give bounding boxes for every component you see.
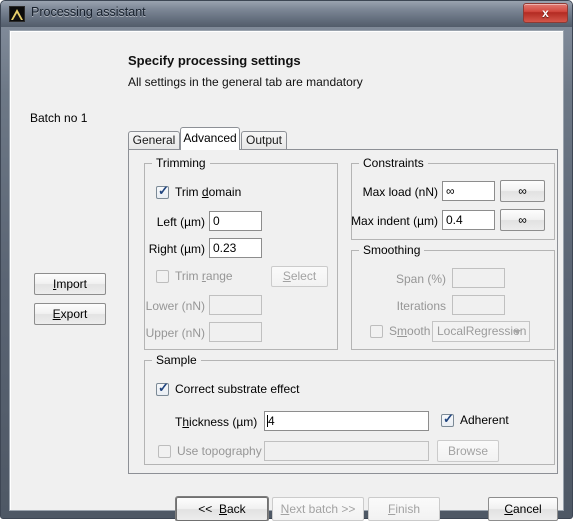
iterations-label: Iterations bbox=[396, 299, 446, 313]
trim-range-checkbox[interactable] bbox=[156, 270, 169, 283]
smooth-label: Smooth bbox=[389, 324, 431, 338]
import-button[interactable]: Import bbox=[34, 273, 106, 295]
check-icon: ✓ bbox=[443, 411, 454, 426]
lower-input[interactable] bbox=[209, 295, 262, 315]
trim-domain-label: Trim domain bbox=[175, 185, 242, 199]
check-icon: ✓ bbox=[158, 183, 169, 198]
right-input[interactable]: 0.23 bbox=[209, 238, 262, 258]
iterations-input[interactable] bbox=[452, 295, 505, 315]
export-button[interactable]: Export bbox=[34, 303, 106, 325]
next-batch-button[interactable]: Next batch >> bbox=[272, 497, 364, 521]
thickness-label: Thickness (µm) bbox=[175, 415, 258, 429]
check-icon: ✓ bbox=[158, 380, 169, 395]
max-indent-input[interactable]: 0.4 bbox=[442, 210, 495, 230]
select-button[interactable]: Select bbox=[271, 266, 328, 287]
tab-output[interactable]: Output bbox=[241, 131, 287, 149]
topography-path-input[interactable] bbox=[264, 441, 429, 461]
trim-domain-checkbox[interactable]: ✓ bbox=[156, 183, 169, 199]
left-input[interactable]: 0 bbox=[209, 211, 262, 231]
adherent-label: Adherent bbox=[460, 413, 509, 427]
thickness-value: 4 bbox=[268, 414, 275, 428]
triangle-icon bbox=[9, 6, 25, 22]
page-subtitle: All settings in the general tab are mand… bbox=[128, 75, 363, 89]
smooth-checkbox[interactable] bbox=[370, 325, 383, 338]
right-label: Right (µm) bbox=[148, 242, 205, 256]
use-topography-label: Use topography bbox=[177, 444, 262, 458]
application-window: Processing assistant x Specify processin… bbox=[0, 0, 573, 521]
smoothing-method-select[interactable]: LocalRegression bbox=[432, 321, 530, 342]
upper-input[interactable] bbox=[209, 322, 262, 342]
smoothing-legend: Smoothing bbox=[359, 243, 425, 257]
correct-substrate-label: Correct substrate effect bbox=[175, 382, 300, 396]
max-indent-label: Max indent (µm) bbox=[351, 214, 438, 228]
max-indent-infinity-button[interactable]: ∞ bbox=[500, 209, 545, 231]
span-input[interactable] bbox=[452, 268, 505, 288]
thickness-input[interactable]: 4 bbox=[264, 411, 429, 431]
client-area: Specify processing settings All settings… bbox=[9, 30, 564, 521]
title-bar: Processing assistant x bbox=[1, 1, 572, 27]
tab-general[interactable]: General bbox=[128, 131, 180, 149]
correct-substrate-checkbox[interactable]: ✓ bbox=[156, 380, 169, 396]
max-load-infinity-button[interactable]: ∞ bbox=[500, 180, 545, 202]
close-button[interactable]: x bbox=[523, 3, 568, 23]
sample-legend: Sample bbox=[152, 353, 201, 367]
use-topography-checkbox[interactable] bbox=[158, 445, 171, 458]
finish-button[interactable]: Finish bbox=[368, 497, 440, 521]
adherent-checkbox[interactable]: ✓ bbox=[441, 411, 454, 427]
window-title: Processing assistant bbox=[31, 5, 146, 19]
max-load-input[interactable]: ∞ bbox=[442, 181, 495, 201]
max-load-label: Max load (nN) bbox=[362, 185, 438, 199]
browse-button[interactable]: Browse bbox=[437, 440, 499, 462]
chevron-down-icon bbox=[513, 330, 521, 334]
trim-range-label: Trim range bbox=[175, 269, 233, 283]
left-label: Left (µm) bbox=[156, 215, 205, 229]
tab-advanced[interactable]: Advanced bbox=[180, 127, 240, 150]
batch-label: Batch no 1 bbox=[30, 111, 88, 125]
trimming-legend: Trimming bbox=[152, 156, 210, 170]
span-label: Span (%) bbox=[395, 272, 446, 286]
upper-label: Upper (nN) bbox=[145, 326, 205, 340]
cancel-button[interactable]: Cancel bbox=[488, 497, 558, 521]
tab-strip: General Advanced Output bbox=[128, 127, 558, 150]
back-button[interactable]: << Back bbox=[176, 497, 268, 521]
lower-label: Lower (nN) bbox=[145, 299, 205, 313]
constraints-legend: Constraints bbox=[359, 156, 428, 170]
page-title: Specify processing settings bbox=[128, 53, 301, 68]
